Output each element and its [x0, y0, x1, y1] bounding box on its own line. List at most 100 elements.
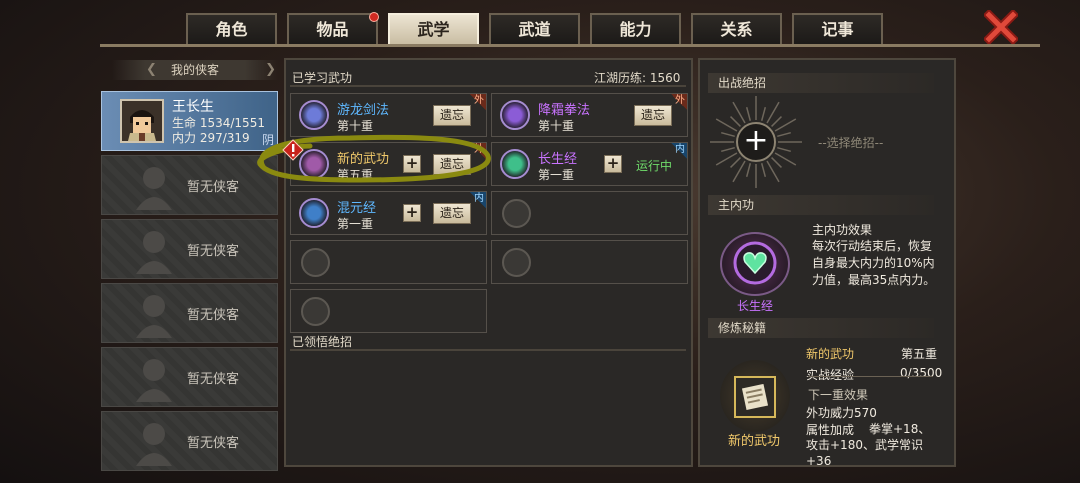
tab-label: 武道 — [518, 20, 551, 39]
next-level-label: 下一重效果 — [808, 388, 869, 402]
tab-0[interactable]: 角色 — [186, 13, 277, 46]
empty-skill-icon — [301, 297, 330, 326]
skill-type-tag: 外 — [470, 94, 486, 110]
mp-value: 297/319 — [199, 131, 250, 145]
forget-button[interactable]: 遗忘 — [433, 203, 471, 224]
empty-skill-icon — [502, 248, 531, 277]
skill-slot-empty[interactable] — [290, 289, 487, 333]
skill-slot-empty[interactable] — [491, 240, 688, 284]
silhouette-icon — [136, 359, 172, 402]
tab-2[interactable]: 武学 — [388, 13, 479, 46]
skill-icon — [500, 100, 530, 130]
skill-level: 第一重 — [538, 168, 575, 182]
empty-hero-label: 暂无侠客 — [187, 372, 240, 387]
forget-button[interactable]: 遗忘 — [433, 105, 471, 126]
manual-book-slot[interactable] — [734, 376, 776, 418]
skill-type-tag: 内 — [470, 192, 486, 208]
tab-label: 角色 — [215, 20, 248, 39]
skill-type-tag: 外 — [671, 94, 687, 110]
silhouette-icon — [136, 423, 172, 466]
tab-5[interactable]: 关系 — [691, 13, 782, 46]
hero-list-header: ❮ 我的侠客 ❯ — [112, 60, 278, 80]
skill-level: 第一重 — [337, 217, 374, 231]
hero-mp: 内力 297/319 — [172, 129, 250, 146]
inner-effect-title: 主内功效果 — [812, 223, 873, 237]
hp-label: 生命 — [172, 116, 197, 130]
skill-type-tag: 内 — [671, 143, 687, 159]
manual-skill-name: 新的武功 — [806, 347, 855, 361]
forget-button[interactable]: 遗忘 — [634, 105, 672, 126]
skill-name: 降霜拳法 — [538, 103, 591, 118]
tab-6[interactable]: 记事 — [792, 13, 883, 46]
learned-title: 已学习武功 — [292, 71, 353, 85]
upgrade-button[interactable]: + — [403, 204, 421, 222]
battle-ultimate-header: 出战绝招 — [708, 73, 934, 93]
skill-slot-empty[interactable] — [290, 240, 487, 284]
tab-4[interactable]: 能力 — [590, 13, 681, 46]
experience-label: 江湖历练: — [594, 71, 647, 85]
running-status: 运行中 — [636, 159, 673, 173]
tab-3[interactable]: 武道 — [489, 13, 580, 46]
power-text: 外功威力570 — [806, 406, 877, 420]
hero-card-empty[interactable]: 暂无侠客 — [101, 411, 278, 471]
hero-list-title: 我的侠客 — [170, 63, 219, 77]
divider — [290, 85, 686, 87]
silhouette-icon — [136, 295, 172, 338]
empty-skill-icon — [301, 248, 330, 277]
add-ultimate-button[interactable]: + — [736, 122, 776, 162]
inner-skill-name: 长生经 — [737, 299, 774, 313]
skill-name: 长生经 — [538, 152, 578, 167]
inner-skill-header: 主内功 — [708, 195, 934, 215]
skill-slot[interactable]: 混元经 第一重 + 遗忘内 — [290, 191, 487, 235]
hero-card-empty[interactable]: 暂无侠客 — [101, 219, 278, 279]
skill-slot[interactable]: 长生经 第一重 + 运行中内 — [491, 142, 688, 186]
tab-bar-underline — [100, 44, 1040, 47]
empty-skill-icon — [502, 199, 531, 228]
chevron-left-icon[interactable]: ❮ — [146, 60, 157, 80]
tab-label: 关系 — [720, 20, 753, 39]
divider — [808, 376, 933, 377]
notification-badge — [369, 12, 379, 22]
silhouette-icon — [136, 231, 172, 274]
empty-hero-label: 暂无侠客 — [187, 244, 240, 259]
manual-header: 修炼秘籍 — [708, 318, 934, 338]
skill-icon — [500, 149, 530, 179]
empty-hero-label: 暂无侠客 — [187, 308, 240, 323]
chevron-right-icon[interactable]: ❯ — [265, 60, 276, 80]
tab-label: 能力 — [619, 20, 652, 39]
inner-effect-text: 每次行动结束后，恢复自身最大内力的10%内力值，最高35点内力。 — [812, 239, 936, 287]
hero-name: 王长生 — [172, 99, 214, 115]
manual-skill-level: 第五重 — [901, 347, 938, 361]
main-tab-bar: 角色 物品 武学 武道 能力 关系 记事 — [186, 12, 893, 46]
exp-label: 实战经验 — [806, 368, 855, 382]
skill-slot-empty[interactable] — [491, 191, 688, 235]
hero-card-empty[interactable]: 暂无侠客 — [101, 283, 278, 343]
hero-card-empty[interactable]: 暂无侠客 — [101, 347, 278, 407]
attr-text: 拳掌+18、攻击+180、武学常识+36 — [806, 422, 931, 468]
skill-slot[interactable]: 降霜拳法 第十重 遗忘外 — [491, 93, 688, 137]
experience-value: 1560 — [649, 71, 681, 85]
skill-name: 混元经 — [337, 201, 377, 216]
skill-icon — [299, 100, 329, 130]
warning-icon — [282, 139, 304, 161]
upgrade-button[interactable]: + — [604, 155, 622, 173]
tab-label: 物品 — [316, 20, 349, 39]
skill-icon — [299, 198, 329, 228]
tab-label: 记事 — [821, 20, 854, 39]
divider — [290, 349, 686, 351]
empty-hero-label: 暂无侠客 — [187, 180, 240, 195]
book-icon — [741, 383, 769, 411]
silhouette-icon — [136, 167, 172, 210]
skill-name: 游龙剑法 — [337, 103, 390, 118]
exp-value: 0/3500 — [900, 366, 943, 380]
ultimates-title: 已领悟绝招 — [292, 335, 353, 349]
ultimate-placeholder[interactable]: --选择绝招-- — [818, 134, 883, 151]
heart-icon[interactable] — [733, 241, 777, 285]
close-icon[interactable] — [984, 10, 1018, 44]
skill-level: 第十重 — [538, 119, 575, 133]
hero-avatar — [120, 99, 164, 143]
empty-hero-label: 暂无侠客 — [187, 436, 240, 451]
mp-label: 内力 — [172, 131, 197, 145]
experience-readout: 江湖历练: 1560 — [594, 69, 680, 86]
tab-1[interactable]: 物品 — [287, 12, 379, 46]
